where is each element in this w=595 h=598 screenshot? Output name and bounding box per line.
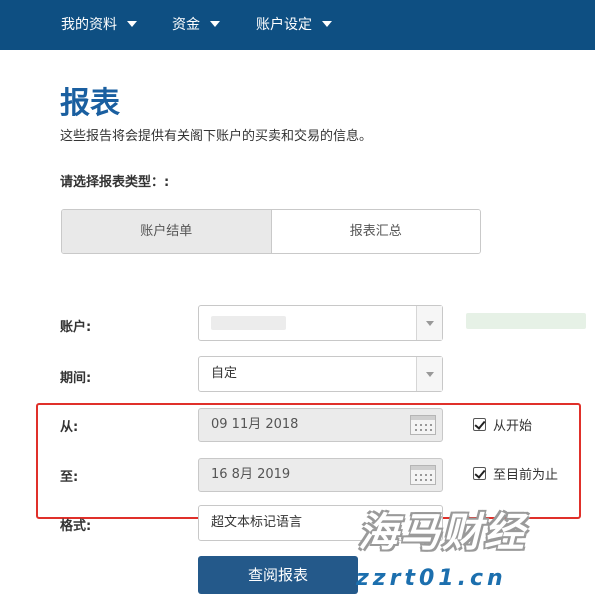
nav-item-account-settings[interactable]: 账户设定 <box>256 0 332 50</box>
top-nav-bar: 我的资料 资金 账户设定 <box>0 0 595 50</box>
to-date-value: 16 8月 2019 <box>211 467 291 482</box>
nav-item-label: 我的资料 <box>61 17 117 33</box>
calendar-icon[interactable] <box>410 415 436 435</box>
watermark-url: zzrt01.cn <box>356 566 507 591</box>
report-type-label: 请选择报表类型：: <box>60 175 170 190</box>
from-start-checkbox-row[interactable]: 从开始 <box>473 416 533 434</box>
nav-item-my-profile[interactable]: 我的资料 <box>61 0 137 50</box>
period-select[interactable]: 自定 <box>198 356 443 392</box>
page-title: 报表 <box>60 86 120 121</box>
chevron-down-icon <box>322 21 332 27</box>
from-label: 从: <box>60 420 79 435</box>
chevron-down-icon <box>416 357 442 391</box>
account-select[interactable] <box>198 305 443 341</box>
report-type-toggle: 账户结单 报表汇总 <box>61 209 481 254</box>
format-select-value: 超文本标记语言 <box>211 515 303 530</box>
period-select-value: 自定 <box>211 366 238 381</box>
tab-account-statement[interactable]: 账户结单 <box>62 210 272 253</box>
nav-item-label: 资金 <box>172 17 200 33</box>
view-report-button[interactable]: 查阅报表 <box>198 556 358 594</box>
from-date-input[interactable]: 09 11月 2018 <box>198 408 443 442</box>
page-description: 这些报告将会提供有关阁下账户的买卖和交易的信息。 <box>60 129 373 144</box>
from-start-checkbox-label: 从开始 <box>493 418 533 434</box>
chevron-down-icon <box>210 21 220 27</box>
redacted-account-number <box>211 316 286 330</box>
redacted-account-name <box>466 313 586 329</box>
to-now-checkbox-row[interactable]: 至目前为止 <box>473 465 559 483</box>
format-label: 格式: <box>60 519 92 534</box>
to-date-input[interactable]: 16 8月 2019 <box>198 458 443 492</box>
to-label: 至: <box>60 470 79 485</box>
to-now-checkbox[interactable] <box>473 466 486 480</box>
chevron-down-icon <box>127 21 137 27</box>
period-label: 期间: <box>60 371 92 386</box>
calendar-icon[interactable] <box>410 465 436 485</box>
tab-report-summary[interactable]: 报表汇总 <box>271 210 480 253</box>
nav-item-funds[interactable]: 资金 <box>172 0 220 50</box>
from-date-value: 09 11月 2018 <box>211 417 299 432</box>
chevron-down-icon <box>416 306 442 340</box>
account-label: 账户: <box>60 320 92 335</box>
from-start-checkbox[interactable] <box>473 417 486 431</box>
nav-item-label: 账户设定 <box>256 17 312 33</box>
to-now-checkbox-label: 至目前为止 <box>493 467 559 483</box>
format-select[interactable]: 超文本标记语言 <box>198 505 443 541</box>
